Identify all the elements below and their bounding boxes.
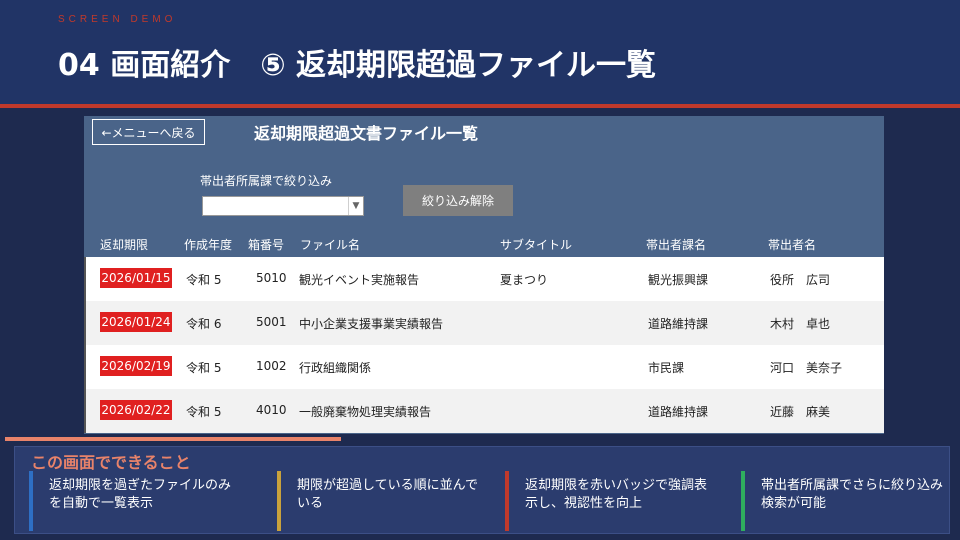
section-divider bbox=[5, 437, 341, 441]
cell-year: 令和 5 bbox=[186, 361, 222, 375]
cell-department: 市民課 bbox=[648, 361, 685, 375]
app-title: 返却期限超過文書ファイル一覧 bbox=[254, 124, 479, 143]
cell-borrower: 河口 美奈子 bbox=[770, 361, 843, 375]
cell-department: 道路維持課 bbox=[648, 405, 709, 419]
cell-box-number: 5010 bbox=[256, 271, 287, 285]
cell-department: 観光振興課 bbox=[648, 273, 709, 287]
cell-box-number: 5001 bbox=[256, 315, 287, 329]
feature-text: 帯出者所属課でさらに絞り込み検索が可能 bbox=[761, 478, 944, 511]
clear-filter-button[interactable]: 絞り込み解除 bbox=[403, 185, 513, 216]
column-header-subtitle[interactable]: サブタイトル bbox=[500, 236, 572, 253]
table-row[interactable]: 2026/02/19 令和 5 1002 行政組織関係 市民課 河口 美奈子 bbox=[84, 345, 884, 389]
cell-file-name: 行政組織関係 bbox=[299, 361, 372, 375]
back-to-menu-button[interactable]: ←メニューへ戻る bbox=[92, 119, 205, 145]
due-date-badge: 2026/01/24 bbox=[100, 312, 172, 332]
filter-label: 帯出者所属課で絞り込み bbox=[200, 174, 333, 188]
feature-accent-bar bbox=[277, 471, 281, 531]
column-header-department[interactable]: 帯出者課名 bbox=[646, 236, 706, 253]
cell-year: 令和 5 bbox=[186, 273, 222, 287]
app-screen: ←メニューへ戻る 返却期限超過文書ファイル一覧 帯出者所属課で絞り込み ▼ 絞り… bbox=[84, 116, 884, 434]
chevron-down-icon: ▼ bbox=[348, 197, 363, 215]
due-date-badge: 2026/02/19 bbox=[100, 356, 172, 376]
cell-department: 道路維持課 bbox=[648, 317, 709, 331]
header-divider bbox=[0, 104, 960, 108]
cell-file-name: 中小企業支援事業実績報告 bbox=[299, 317, 444, 331]
cell-file-name: 観光イベント実施報告 bbox=[299, 273, 420, 287]
table-row[interactable]: 2026/01/15 令和 5 5010 観光イベント実施報告 夏まつり 観光振… bbox=[84, 257, 884, 301]
department-filter-select[interactable]: ▼ bbox=[202, 196, 364, 216]
feature-text: 返却期限を赤いバッジで強調表示し、視認性を向上 bbox=[525, 478, 708, 511]
due-date-badge: 2026/02/22 bbox=[100, 400, 172, 420]
slide-kicker: SCREEN DEMO bbox=[58, 14, 177, 25]
cell-year: 令和 5 bbox=[186, 405, 222, 419]
feature-accent-bar bbox=[741, 471, 745, 531]
slide-header: SCREEN DEMO 04 画面紹介 ⑤ 返却期限超過ファイル一覧 bbox=[0, 0, 960, 104]
column-header-due-date[interactable]: 返却期限 bbox=[100, 236, 148, 253]
slide-title: 04 画面紹介 ⑤ 返却期限超過ファイル一覧 bbox=[58, 48, 657, 83]
cell-box-number: 4010 bbox=[256, 403, 287, 417]
cell-borrower: 近藤 麻美 bbox=[770, 405, 831, 419]
column-header-borrower[interactable]: 帯出者名 bbox=[768, 236, 816, 253]
column-header-box-number[interactable]: 箱番号 bbox=[248, 236, 284, 253]
column-header-year[interactable]: 作成年度 bbox=[184, 236, 232, 253]
feature-text: 返却期限を過ぎたファイルのみを自動で一覧表示 bbox=[49, 478, 232, 511]
cell-box-number: 1002 bbox=[256, 359, 287, 373]
due-date-badge: 2026/01/15 bbox=[100, 268, 172, 288]
cell-borrower: 木村 卓也 bbox=[770, 317, 831, 331]
feature-accent-bar bbox=[505, 471, 509, 531]
feature-summary-panel: この画面でできること 返却期限を過ぎたファイルのみを自動で一覧表示 期限が超過し… bbox=[14, 446, 950, 534]
cell-year: 令和 6 bbox=[186, 317, 222, 331]
feature-accent-bar bbox=[29, 471, 33, 531]
cell-borrower: 役所 広司 bbox=[770, 273, 831, 287]
table-row[interactable]: 2026/02/22 令和 5 4010 一般廃棄物処理実績報告 道路維持課 近… bbox=[84, 389, 884, 433]
feature-title: この画面でできること bbox=[31, 453, 191, 472]
cell-subtitle: 夏まつり bbox=[500, 273, 549, 287]
feature-text: 期限が超過している順に並んでいる bbox=[297, 478, 478, 511]
cell-file-name: 一般廃棄物処理実績報告 bbox=[299, 405, 432, 419]
column-header-file-name[interactable]: ファイル名 bbox=[300, 236, 360, 253]
table-row[interactable]: 2026/01/24 令和 6 5001 中小企業支援事業実績報告 道路維持課 … bbox=[84, 301, 884, 345]
